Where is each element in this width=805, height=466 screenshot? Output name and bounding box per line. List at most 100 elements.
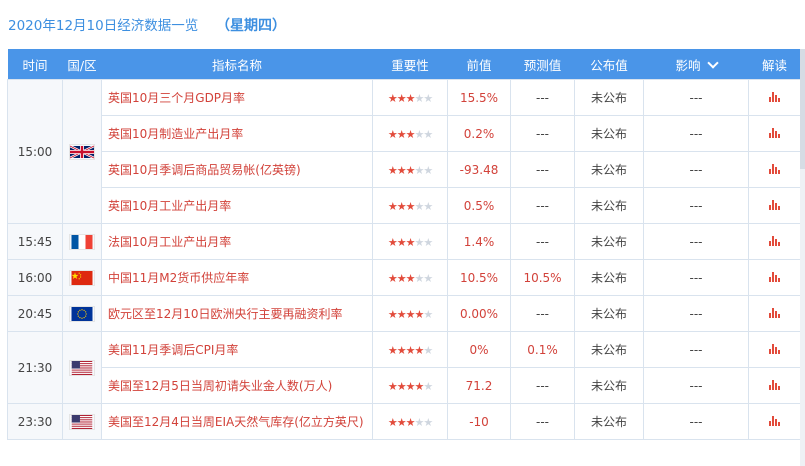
indicator-link[interactable]: 英国10月工业产出月率 bbox=[101, 187, 373, 224]
previous-value: 0.5% bbox=[447, 187, 511, 224]
previous-value: 71.2 bbox=[447, 367, 511, 404]
bar-chart-icon[interactable] bbox=[769, 379, 780, 390]
table-row: 20:45 欧元区至12月10日欧洲央行主要再融资利率 ★★★★★ 0.00% --- 未… bbox=[7, 295, 801, 332]
indicator-link[interactable]: 美国至12月5日当周初请失业金人数(万人) bbox=[101, 367, 373, 404]
previous-value: 15.5% bbox=[447, 79, 511, 116]
impact-value: --- bbox=[643, 295, 749, 332]
actual-value: 未公布 bbox=[574, 259, 644, 296]
star-icon: ★ bbox=[423, 271, 433, 285]
star-icon: ★ bbox=[396, 235, 407, 249]
indicator-link[interactable]: 英国10月季调后商品贸易帐(亿英镑) bbox=[101, 151, 373, 188]
table-row: 美国至12月5日当周初请失业金人数(万人) ★★★★★ 71.2 --- 未公布 --- bbox=[8, 367, 801, 404]
forecast-value: --- bbox=[510, 115, 575, 152]
star-icon: ★ bbox=[387, 163, 398, 177]
forecast-value: --- bbox=[510, 151, 575, 188]
indicator-link[interactable]: 美国至12月4日当周EIA天然气库存(亿立方英尺) bbox=[101, 403, 373, 440]
table-row: 英国10月工业产出月率 ★★★★★ 0.5% --- 未公布 --- bbox=[8, 187, 801, 224]
star-icon: ★ bbox=[396, 307, 407, 321]
time-cell: 16:00 bbox=[7, 259, 63, 296]
star-icon: ★ bbox=[396, 163, 407, 177]
bar-chart-icon[interactable] bbox=[769, 415, 780, 426]
star-icon: ★ bbox=[405, 163, 416, 177]
scrollbar-thumb[interactable] bbox=[800, 49, 805, 169]
col-forecast: 预测值 bbox=[510, 49, 575, 80]
country-cell bbox=[62, 79, 102, 224]
indicator-link[interactable]: 中国11月M2货币供应年率 bbox=[101, 259, 373, 296]
actual-value: 未公布 bbox=[574, 403, 644, 440]
star-icon: ★ bbox=[405, 307, 416, 321]
star-icon: ★ bbox=[396, 199, 407, 213]
bar-chart-icon[interactable] bbox=[769, 343, 780, 354]
star-icon: ★ bbox=[396, 91, 407, 105]
table-row: 15:00 英国10月三个月GDP月率 ★★★★★ 15.5% --- 未公布 --- bbox=[7, 79, 801, 224]
actual-value: 未公布 bbox=[574, 223, 644, 260]
star-icon: ★ bbox=[423, 163, 433, 177]
forecast-value: --- bbox=[510, 367, 575, 404]
star-icon: ★ bbox=[387, 199, 398, 213]
col-impact[interactable]: 影响 bbox=[643, 49, 749, 80]
bar-chart-icon[interactable] bbox=[769, 91, 780, 102]
col-indicator: 指标名称 bbox=[101, 49, 373, 80]
star-icon: ★ bbox=[414, 235, 424, 249]
star-icon: ★ bbox=[414, 199, 424, 213]
interpret-cell[interactable] bbox=[748, 115, 801, 152]
forecast-value: --- bbox=[510, 223, 575, 260]
interpret-cell[interactable] bbox=[748, 295, 801, 332]
star-icon: ★ bbox=[405, 271, 416, 285]
star-icon: ★ bbox=[423, 199, 433, 213]
chevron-down-icon[interactable] bbox=[706, 56, 719, 69]
star-icon: ★ bbox=[414, 307, 424, 321]
indicator-link[interactable]: 英国10月制造业产出月率 bbox=[101, 115, 373, 152]
actual-value: 未公布 bbox=[574, 295, 644, 332]
importance-stars: ★★★★★ bbox=[388, 235, 433, 249]
indicator-link[interactable]: 英国10月三个月GDP月率 bbox=[101, 79, 373, 116]
interpret-cell[interactable] bbox=[748, 367, 801, 404]
indicator-link[interactable]: 美国11月季调后CPI月率 bbox=[101, 331, 373, 368]
time-cell: 15:45 bbox=[7, 223, 63, 260]
interpret-cell[interactable] bbox=[748, 259, 801, 296]
previous-value: -93.48 bbox=[447, 151, 511, 188]
star-icon: ★ bbox=[423, 235, 433, 249]
bar-chart-icon[interactable] bbox=[769, 127, 780, 138]
importance-cell: ★★★★★ bbox=[372, 223, 448, 260]
star-icon: ★ bbox=[414, 163, 424, 177]
time-cell: 23:30 bbox=[7, 403, 63, 440]
previous-value: 10.5% bbox=[447, 259, 511, 296]
interpret-cell[interactable] bbox=[748, 403, 801, 440]
star-icon: ★ bbox=[387, 271, 398, 285]
importance-cell: ★★★★★ bbox=[372, 367, 448, 404]
importance-cell: ★★★★★ bbox=[372, 151, 448, 188]
importance-cell: ★★★★★ bbox=[372, 187, 448, 224]
bar-chart-icon[interactable] bbox=[769, 307, 780, 318]
col-importance: 重要性 bbox=[372, 49, 448, 80]
importance-stars: ★★★★★ bbox=[387, 163, 433, 177]
bar-chart-icon[interactable] bbox=[769, 199, 780, 210]
star-icon: ★ bbox=[396, 127, 407, 141]
star-icon: ★ bbox=[405, 415, 416, 429]
indicator-link[interactable]: 欧元区至12月10日欧洲央行主要再融资利率 bbox=[101, 295, 373, 332]
eu-flag-icon bbox=[69, 305, 95, 322]
indicator-link[interactable]: 法国10月工业产出月率 bbox=[101, 223, 373, 260]
page-title: 2020年12月10日经济数据一览 （星期四） bbox=[8, 12, 286, 40]
bar-chart-icon[interactable] bbox=[769, 235, 780, 246]
star-icon: ★ bbox=[387, 307, 398, 321]
interpret-cell[interactable] bbox=[748, 151, 801, 188]
col-actual: 公布值 bbox=[574, 49, 644, 80]
interpret-cell[interactable] bbox=[748, 79, 801, 116]
impact-value: --- bbox=[643, 259, 749, 296]
star-icon: ★ bbox=[423, 307, 433, 321]
star-icon: ★ bbox=[423, 127, 433, 141]
bar-chart-icon[interactable] bbox=[769, 163, 780, 174]
interpret-cell[interactable] bbox=[748, 223, 801, 260]
star-icon: ★ bbox=[387, 127, 398, 141]
star-icon: ★ bbox=[405, 199, 416, 213]
star-icon: ★ bbox=[405, 379, 416, 393]
col-previous: 前值 bbox=[447, 49, 511, 80]
impact-value: --- bbox=[643, 187, 749, 224]
interpret-cell[interactable] bbox=[748, 187, 801, 224]
impact-value: --- bbox=[643, 367, 749, 404]
interpret-cell[interactable] bbox=[748, 331, 801, 368]
impact-value: --- bbox=[643, 115, 749, 152]
importance-stars: ★★★★★ bbox=[387, 307, 433, 321]
bar-chart-icon[interactable] bbox=[769, 271, 780, 282]
